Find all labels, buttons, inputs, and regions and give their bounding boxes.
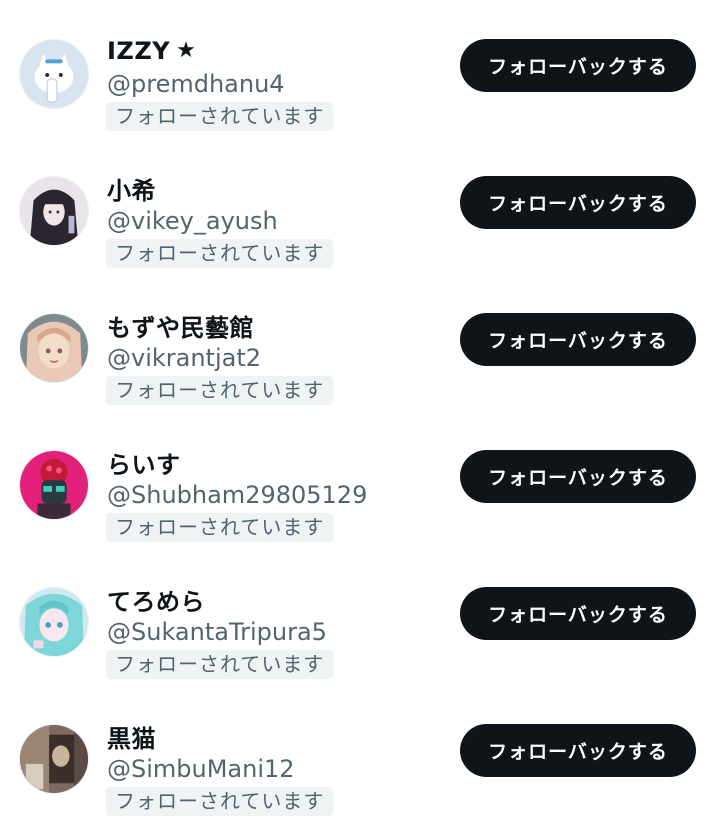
- follower-row[interactable]: らいす @Shubham29805129 フォローされています フォローバックす…: [0, 411, 711, 548]
- name-line: てろめら: [107, 582, 205, 617]
- display-name[interactable]: IZZY: [107, 37, 170, 65]
- follows-you-badge: フォローされています: [106, 513, 334, 542]
- display-name[interactable]: てろめら: [107, 582, 205, 617]
- user-handle[interactable]: @SukantaTripura5: [107, 616, 327, 648]
- follower-row[interactable]: もずや民藝館 @vikrantjat2 フォローされています フォローバックする: [0, 274, 711, 411]
- star-icon: ★: [176, 38, 196, 63]
- follower-row[interactable]: IZZY ★ @premdhanu4 フォローされています フォローバックする: [0, 0, 711, 137]
- follow-back-button[interactable]: フォローバックする: [460, 450, 696, 503]
- avatar[interactable]: [19, 313, 89, 383]
- avatar-image: [20, 40, 88, 108]
- avatar-image: [20, 177, 88, 245]
- user-handle[interactable]: @vikey_ayush: [107, 205, 278, 237]
- user-handle[interactable]: @Shubham29805129: [107, 479, 367, 511]
- avatar[interactable]: [19, 176, 89, 246]
- name-line: 黒猫: [107, 719, 156, 754]
- user-handle[interactable]: @SimbuMani12: [107, 753, 295, 785]
- follows-you-badge: フォローされています: [106, 787, 334, 816]
- avatar[interactable]: [19, 39, 89, 109]
- display-name[interactable]: 小希: [107, 171, 156, 206]
- avatar[interactable]: [19, 724, 89, 794]
- follows-you-badge: フォローされています: [106, 102, 334, 131]
- avatar[interactable]: [19, 450, 89, 520]
- display-name[interactable]: もずや民藝館: [107, 308, 254, 343]
- follow-back-button[interactable]: フォローバックする: [460, 176, 696, 229]
- follows-you-badge: フォローされています: [106, 650, 334, 679]
- avatar[interactable]: [19, 587, 89, 657]
- user-handle[interactable]: @vikrantjat2: [107, 342, 261, 374]
- follows-you-badge: フォローされています: [106, 239, 334, 268]
- follow-back-button[interactable]: フォローバックする: [460, 724, 696, 777]
- follow-back-button[interactable]: フォローバックする: [460, 313, 696, 366]
- follow-back-button[interactable]: フォローバックする: [460, 587, 696, 640]
- avatar-image: [20, 725, 88, 793]
- follower-row[interactable]: 黒猫 @SimbuMani12 フォローされています フォローバックする: [0, 685, 711, 822]
- name-line: IZZY ★: [107, 35, 196, 67]
- follow-back-button[interactable]: フォローバックする: [460, 39, 696, 92]
- avatar-image: [20, 588, 88, 656]
- name-line: もずや民藝館: [107, 308, 254, 343]
- avatar-image: [20, 314, 88, 382]
- name-line: らいす: [107, 445, 181, 480]
- follower-row[interactable]: 小希 @vikey_ayush フォローされています フォローバックする: [0, 137, 711, 274]
- display-name[interactable]: らいす: [107, 445, 181, 480]
- avatar-image: [20, 451, 88, 519]
- name-line: 小希: [107, 171, 156, 206]
- display-name[interactable]: 黒猫: [107, 719, 156, 754]
- user-handle[interactable]: @premdhanu4: [107, 68, 285, 100]
- follower-row[interactable]: てろめら @SukantaTripura5 フォローされています フォローバック…: [0, 548, 711, 685]
- follows-you-badge: フォローされています: [106, 376, 334, 405]
